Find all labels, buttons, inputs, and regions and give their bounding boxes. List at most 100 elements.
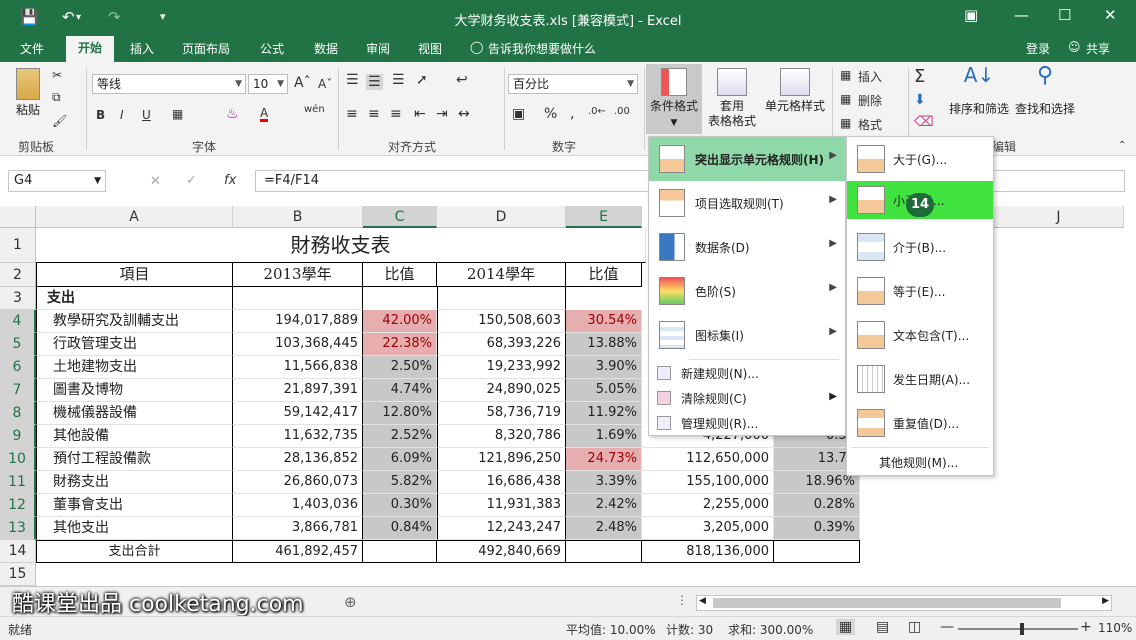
value-cell[interactable]: 11,566,838 [233, 356, 363, 379]
tab-view[interactable]: 视图 [418, 40, 442, 57]
value-cell[interactable]: 22.38% [363, 333, 437, 356]
cell[interactable] [437, 287, 566, 310]
bold-icon[interactable]: B [96, 108, 105, 122]
row-header[interactable]: 3 [0, 287, 36, 310]
grow-font-icon[interactable]: Aˆ [294, 75, 311, 91]
format-as-table-button[interactable]: 套用 表格格式 [702, 68, 762, 129]
minimize-icon[interactable]: — [1014, 6, 1029, 24]
submenu-duplicate-values[interactable]: 重复值(D)... [847, 401, 993, 445]
cell[interactable] [774, 540, 860, 563]
zoom-slider-thumb[interactable] [1019, 623, 1024, 635]
row-header[interactable]: 4 [0, 310, 36, 333]
align-right-icon[interactable]: ≡ [390, 106, 402, 122]
value-cell[interactable]: 2.42% [566, 494, 642, 517]
item-name-cell[interactable]: 董事會支出 [36, 494, 233, 517]
cell[interactable] [363, 540, 437, 563]
zoom-slider[interactable] [958, 628, 1078, 630]
select-all-corner[interactable] [0, 206, 36, 228]
header-2013[interactable]: 2013學年 [233, 263, 363, 287]
value-cell[interactable]: 2.52% [363, 425, 437, 448]
horizontal-scrollbar[interactable]: ◀ ▶ [696, 595, 1112, 611]
item-name-cell[interactable]: 預付工程設備款 [36, 448, 233, 471]
submenu-text-contains[interactable]: 文本包含(T)... [847, 313, 993, 357]
value-cell[interactable]: 12.80% [363, 402, 437, 425]
accounting-format-icon[interactable]: ▣ [512, 106, 525, 122]
value-cell[interactable]: 2.48% [566, 517, 642, 540]
format-cells-button[interactable]: 格式 [858, 116, 882, 133]
fill-icon[interactable]: ⬇ [914, 92, 926, 108]
value-cell[interactable]: 11,931,383 [437, 494, 566, 517]
tab-formulas[interactable]: 公式 [260, 40, 284, 57]
align-left-icon[interactable]: ≡ [346, 106, 358, 122]
value-cell[interactable]: 0.39% [774, 517, 860, 540]
align-center-icon[interactable]: ≡ [368, 106, 380, 122]
ribbon-display-icon[interactable]: ▣ [964, 6, 978, 24]
conditional-format-button[interactable]: 条件格式 ▼ [646, 64, 702, 134]
sort-filter-button[interactable]: A↓ 排序和筛选 [946, 65, 1012, 117]
value-cell[interactable]: 112,650,000 [642, 448, 774, 471]
cell[interactable] [233, 287, 363, 310]
cancel-icon[interactable]: ✕ [150, 174, 161, 189]
scrollbar-thumb[interactable] [713, 598, 1061, 608]
submenu-equal-to[interactable]: 等于(E)... [847, 269, 993, 313]
name-box[interactable]: G4 ▼ [8, 170, 106, 192]
value-cell[interactable]: 58,736,719 [437, 402, 566, 425]
collapse-ribbon-icon[interactable]: ⌃ [1118, 140, 1126, 151]
item-name-cell[interactable]: 其他設備 [36, 425, 233, 448]
menu-color-scales[interactable]: 色阶(S) ▶ [649, 269, 845, 313]
header-ratio-2013[interactable]: 比值 [363, 263, 437, 287]
copy-icon[interactable]: ⧉ [52, 90, 61, 105]
value-cell[interactable]: 0.28% [774, 494, 860, 517]
tab-home[interactable]: 开始 [66, 36, 114, 62]
row-header[interactable]: 9 [0, 425, 36, 448]
total-2014[interactable]: 492,840,669 [437, 540, 566, 563]
value-cell[interactable]: 0.30% [363, 494, 437, 517]
border-icon[interactable]: ▦ [172, 107, 183, 121]
value-cell[interactable]: 8,320,786 [437, 425, 566, 448]
header-ratio-2014[interactable]: 比值 [566, 263, 642, 287]
tab-data[interactable]: 数据 [314, 40, 338, 57]
menu-icon-sets[interactable]: 图标集(I) ▶ [649, 313, 845, 357]
column-header[interactable]: D [437, 206, 566, 228]
decrease-decimal-icon[interactable]: .00 [614, 106, 630, 117]
delete-cells-icon[interactable]: ▦ [840, 92, 851, 106]
menu-manage-rules[interactable]: 管理规则(R)... [649, 411, 845, 435]
value-cell[interactable]: 12,243,247 [437, 517, 566, 540]
comma-style-icon[interactable]: , [570, 106, 574, 122]
close-icon[interactable]: ✕ [1104, 6, 1117, 24]
value-cell[interactable]: 5.05% [566, 379, 642, 402]
font-name-combo[interactable]: 等线 ▼ [92, 74, 246, 94]
value-cell[interactable]: 103,368,445 [233, 333, 363, 356]
page-break-view-icon[interactable]: ◫ [908, 619, 921, 635]
value-cell[interactable]: 26,860,073 [233, 471, 363, 494]
phonetic-icon[interactable]: wén [304, 104, 325, 115]
row-header[interactable]: 14 [0, 540, 36, 563]
value-cell[interactable]: 194,017,889 [233, 310, 363, 333]
value-cell[interactable]: 5.82% [363, 471, 437, 494]
total-2015[interactable]: 818,136,000 [642, 540, 774, 563]
scroll-right-icon[interactable]: ▶ [1102, 596, 1109, 606]
align-middle-icon[interactable]: ☰ [366, 74, 383, 90]
font-color-icon[interactable]: A [260, 107, 269, 122]
value-cell[interactable]: 4.74% [363, 379, 437, 402]
underline-icon[interactable]: U [142, 108, 151, 122]
submenu-date-occurring[interactable]: 发生日期(A)... [847, 357, 993, 401]
total-2013[interactable]: 461,892,457 [233, 540, 363, 563]
item-name-cell[interactable]: 其他支出 [36, 517, 233, 540]
delete-cells-button[interactable]: 删除 [858, 92, 882, 109]
enter-icon[interactable]: ✓ [186, 173, 197, 188]
submenu-greater-than[interactable]: 大于(G)... [847, 137, 993, 181]
zoom-level[interactable]: 110% [1098, 621, 1132, 635]
insert-function-icon[interactable]: fx [224, 173, 236, 188]
column-header[interactable]: J [994, 206, 1124, 228]
item-name-cell[interactable]: 行政管理支出 [36, 333, 233, 356]
scroll-left-icon[interactable]: ◀ [699, 596, 706, 606]
number-format-combo[interactable]: 百分比 ▼ [508, 74, 638, 94]
insert-cells-icon[interactable]: ▦ [840, 68, 851, 82]
italic-icon[interactable]: I [120, 108, 124, 122]
tab-file[interactable]: 文件 [20, 40, 44, 57]
fill-color-icon[interactable]: ♨ [226, 106, 239, 122]
share-button[interactable]: 共享 [1086, 40, 1110, 57]
menu-data-bars[interactable]: 数据条(D) ▶ [649, 225, 845, 269]
value-cell[interactable]: 0.84% [363, 517, 437, 540]
